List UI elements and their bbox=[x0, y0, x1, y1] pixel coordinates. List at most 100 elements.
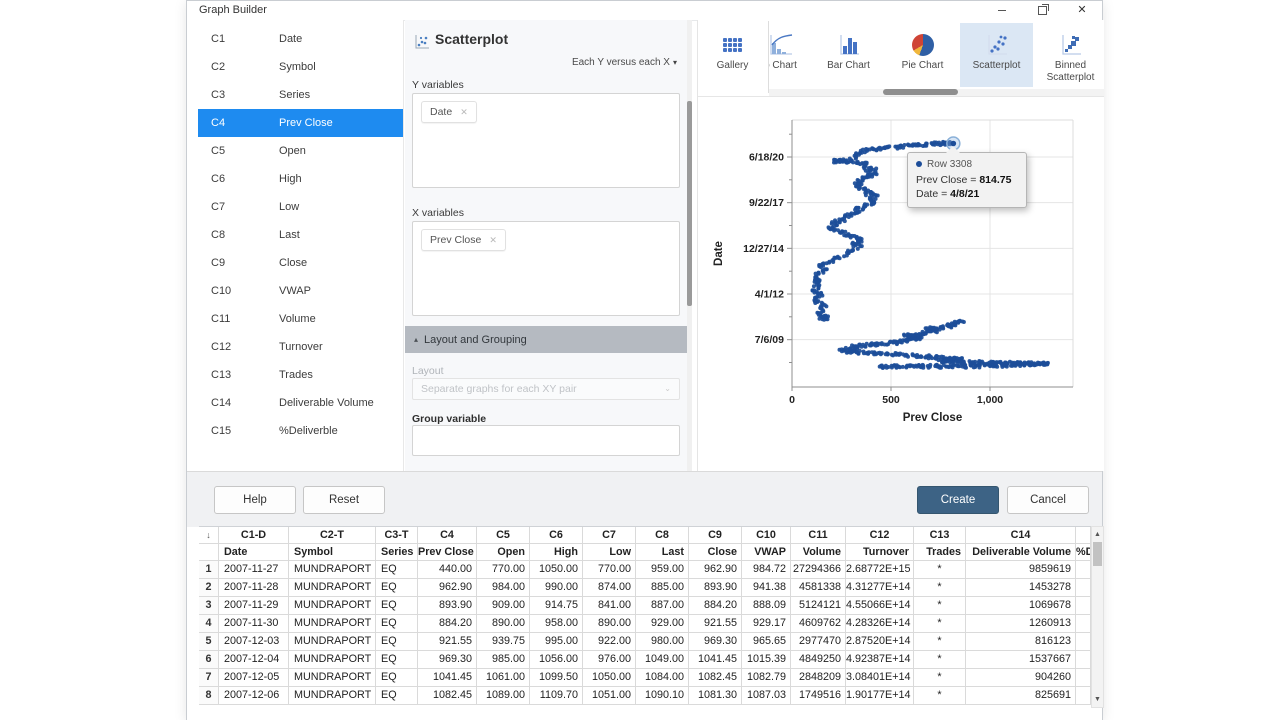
table-cell[interactable]: 887.00 bbox=[636, 597, 689, 615]
row-number[interactable]: 1 bbox=[199, 561, 219, 579]
table-cell[interactable]: 4.55066E+14 bbox=[846, 597, 914, 615]
column-header-name[interactable]: Volume bbox=[791, 544, 846, 561]
table-cell[interactable]: 959.00 bbox=[636, 561, 689, 579]
table-cell[interactable]: 1.90177E+14 bbox=[846, 687, 914, 705]
table-cell[interactable]: EQ bbox=[376, 651, 418, 669]
column-header-name[interactable]: Open bbox=[477, 544, 530, 561]
table-cell[interactable]: 2007-12-03 bbox=[219, 633, 289, 651]
table-cell[interactable]: * bbox=[914, 615, 966, 633]
gallery-item-gallery[interactable]: Gallery bbox=[696, 23, 769, 87]
column-header-id[interactable]: C9 bbox=[689, 527, 742, 544]
table-cell[interactable]: 885.00 bbox=[636, 579, 689, 597]
table-cell[interactable]: 976.00 bbox=[583, 651, 636, 669]
table-cell[interactable]: EQ bbox=[376, 615, 418, 633]
row-number[interactable]: 6 bbox=[199, 651, 219, 669]
table-cell[interactable]: 965.65 bbox=[742, 633, 791, 651]
column-header-id[interactable] bbox=[1076, 527, 1091, 544]
scroll-down-icon[interactable]: ▼ bbox=[1092, 693, 1103, 706]
table-cell[interactable]: 1087.03 bbox=[742, 687, 791, 705]
table-cell[interactable]: EQ bbox=[376, 633, 418, 651]
column-header-name[interactable]: Turnover bbox=[846, 544, 914, 561]
row-number[interactable]: 2 bbox=[199, 579, 219, 597]
table-cell[interactable] bbox=[1076, 687, 1091, 705]
table-cell[interactable]: 984.72 bbox=[742, 561, 791, 579]
table-cell[interactable]: 2007-12-05 bbox=[219, 669, 289, 687]
table-cell[interactable]: 770.00 bbox=[477, 561, 530, 579]
table-cell[interactable]: 825691 bbox=[966, 687, 1076, 705]
column-header-id[interactable]: C1-D bbox=[219, 527, 289, 544]
column-header-id[interactable]: C3-T bbox=[376, 527, 418, 544]
worksheet-scrollbar[interactable]: ▲ ▼ bbox=[1091, 526, 1104, 708]
table-cell[interactable]: 969.30 bbox=[689, 633, 742, 651]
column-item-c13[interactable]: C13Trades bbox=[198, 361, 403, 389]
table-cell[interactable]: 1049.00 bbox=[636, 651, 689, 669]
gallery-item-bar-chart[interactable]: Bar Chart bbox=[812, 23, 885, 87]
x-variables-box[interactable]: Prev Close✕ bbox=[412, 221, 680, 316]
table-cell[interactable]: EQ bbox=[376, 669, 418, 687]
table-cell[interactable]: 4.28326E+14 bbox=[846, 615, 914, 633]
column-item-c7[interactable]: C7Low bbox=[198, 193, 403, 221]
table-cell[interactable]: EQ bbox=[376, 597, 418, 615]
table-cell[interactable]: 2007-12-04 bbox=[219, 651, 289, 669]
column-header-name[interactable]: VWAP bbox=[742, 544, 791, 561]
table-cell[interactable]: 984.00 bbox=[477, 579, 530, 597]
column-item-c4[interactable]: C4Prev Close bbox=[198, 109, 403, 137]
table-cell[interactable]: 941.38 bbox=[742, 579, 791, 597]
table-cell[interactable]: 929.00 bbox=[636, 615, 689, 633]
table-cell[interactable]: 2007-11-29 bbox=[219, 597, 289, 615]
column-item-c3[interactable]: C3Series bbox=[198, 81, 403, 109]
table-cell[interactable]: 893.90 bbox=[689, 579, 742, 597]
table-cell[interactable]: 884.20 bbox=[689, 597, 742, 615]
table-cell[interactable] bbox=[1076, 651, 1091, 669]
column-item-c9[interactable]: C9Close bbox=[198, 249, 403, 277]
table-cell[interactable]: 4581338 bbox=[791, 579, 846, 597]
table-cell[interactable]: MUNDRAPORT bbox=[289, 615, 376, 633]
row-number[interactable]: 3 bbox=[199, 597, 219, 615]
column-header-name[interactable]: Last bbox=[636, 544, 689, 561]
column-header-id[interactable]: C7 bbox=[583, 527, 636, 544]
row-number[interactable]: 4 bbox=[199, 615, 219, 633]
table-cell[interactable]: MUNDRAPORT bbox=[289, 633, 376, 651]
table-cell[interactable]: 1453278 bbox=[966, 579, 1076, 597]
table-cell[interactable]: 1090.10 bbox=[636, 687, 689, 705]
table-cell[interactable]: 770.00 bbox=[583, 561, 636, 579]
table-cell[interactable]: 893.90 bbox=[418, 597, 477, 615]
table-cell[interactable]: 816123 bbox=[966, 633, 1076, 651]
row-number[interactable]: 7 bbox=[199, 669, 219, 687]
column-header-id[interactable]: C5 bbox=[477, 527, 530, 544]
column-header-id[interactable]: C8 bbox=[636, 527, 689, 544]
table-cell[interactable]: 1082.79 bbox=[742, 669, 791, 687]
table-cell[interactable]: 1089.00 bbox=[477, 687, 530, 705]
column-header-name[interactable]: Trades bbox=[914, 544, 966, 561]
table-cell[interactable] bbox=[1076, 615, 1091, 633]
table-cell[interactable]: 4.92387E+14 bbox=[846, 651, 914, 669]
table-cell[interactable]: 922.00 bbox=[583, 633, 636, 651]
table-cell[interactable]: 962.90 bbox=[418, 579, 477, 597]
table-cell[interactable]: 2.68772E+15 bbox=[846, 561, 914, 579]
table-cell[interactable]: 5124121 bbox=[791, 597, 846, 615]
table-cell[interactable]: * bbox=[914, 633, 966, 651]
table-cell[interactable]: 1099.50 bbox=[530, 669, 583, 687]
scrollbar-thumb[interactable] bbox=[1093, 542, 1102, 566]
builder-panel-scrollbar[interactable] bbox=[687, 20, 692, 471]
table-cell[interactable]: 3.08401E+14 bbox=[846, 669, 914, 687]
column-item-c2[interactable]: C2Symbol bbox=[198, 53, 403, 81]
table-cell[interactable] bbox=[1076, 579, 1091, 597]
table-cell[interactable]: 2848209 bbox=[791, 669, 846, 687]
y-variable-chip[interactable]: Date✕ bbox=[421, 101, 477, 123]
table-cell[interactable]: * bbox=[914, 669, 966, 687]
table-cell[interactable]: 985.00 bbox=[477, 651, 530, 669]
worksheet-corner-cell[interactable]: ↓ bbox=[199, 527, 219, 544]
titlebar[interactable]: Graph Builder ✕ bbox=[187, 1, 1102, 21]
column-item-c10[interactable]: C10VWAP bbox=[198, 277, 403, 305]
table-cell[interactable]: 884.20 bbox=[418, 615, 477, 633]
column-header-name[interactable]: Prev Close bbox=[418, 544, 477, 561]
table-cell[interactable]: 2977470 bbox=[791, 633, 846, 651]
column-header-name[interactable]: %Deliverble bbox=[1076, 544, 1091, 561]
table-cell[interactable]: MUNDRAPORT bbox=[289, 651, 376, 669]
column-item-c12[interactable]: C12Turnover bbox=[198, 333, 403, 361]
column-header-id[interactable]: C12 bbox=[846, 527, 914, 544]
table-cell[interactable]: 1084.00 bbox=[636, 669, 689, 687]
table-cell[interactable]: 2.87520E+14 bbox=[846, 633, 914, 651]
table-cell[interactable]: 2007-11-28 bbox=[219, 579, 289, 597]
